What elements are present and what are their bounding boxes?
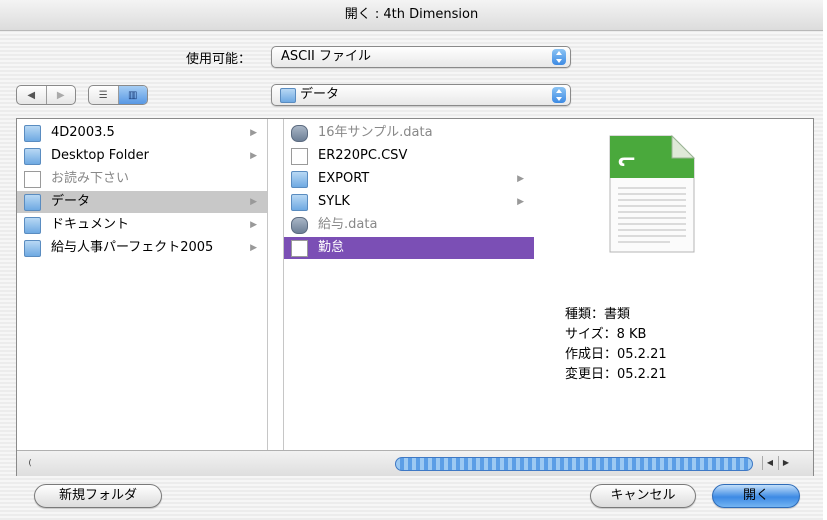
folder-icon <box>291 171 308 188</box>
browser-item-label: 給与.data <box>318 217 378 232</box>
view-mode-control[interactable]: ☰ ▥ <box>88 85 148 105</box>
back-forward-control[interactable]: ◀ ▶ <box>16 85 76 105</box>
browser-item-label: お読み下さい <box>51 171 130 186</box>
browser-item-label: 16年サンプル.data <box>318 125 433 140</box>
browser-column-1: 4D2003.5 ▶ Desktop Folder ▶ お読み下さい データ ▶ ドキュメント… <box>17 119 268 450</box>
browser-item[interactable]: Desktop Folder ▶ <box>17 145 267 167</box>
browser-item[interactable]: お読み下さい <box>17 168 267 190</box>
forward-arrow-icon[interactable]: ▶ <box>45 86 76 104</box>
disclosure-arrow-icon: ▶ <box>250 243 257 253</box>
disclosure-arrow-icon: ▶ <box>250 220 257 230</box>
enable-popup-value: ASCII ファイル <box>281 49 372 64</box>
data-file-icon <box>291 217 308 234</box>
enable-popup[interactable]: ASCII ファイル <box>271 46 571 68</box>
browser-item-label: 給与人事パーフェクト2005 <box>51 240 214 255</box>
folder-icon <box>24 148 41 165</box>
folder-icon <box>24 194 41 211</box>
back-arrow-icon[interactable]: ◀ <box>17 86 46 104</box>
browser-item-label: データ <box>51 194 91 209</box>
browser-item-label: 4D2003.5 <box>51 125 115 140</box>
browser-item[interactable]: EXPORT ▶ <box>284 168 534 190</box>
horizontal-scrollbar[interactable]: ( ◀ ▶ <box>17 450 813 476</box>
folder-icon <box>24 125 41 142</box>
text-document-icon: ᓕ <box>600 128 700 258</box>
open-dialog-window: 開く : 4th Dimension 使用可能： ASCII ファイル ◀ ▶ … <box>0 0 823 520</box>
scroll-left-arrow-icon[interactable]: ◀ <box>762 456 777 470</box>
browser-item[interactable]: ER220PC.CSV <box>284 145 534 167</box>
info-modified: 変更日：05.2.21 <box>565 367 667 382</box>
browser-item[interactable]: SYLK ▶ <box>284 191 534 213</box>
popup-arrows-icon <box>552 49 566 65</box>
browser-item[interactable]: 16年サンプル.data <box>284 122 534 144</box>
browser-item-label: ドキュメント <box>51 217 130 232</box>
document-icon <box>24 171 41 188</box>
browser-item[interactable]: 給与.data <box>284 214 534 236</box>
browser-item-label: Desktop Folder <box>51 148 149 163</box>
browser-item[interactable]: 給与人事パーフェクト2005 ▶ <box>17 237 267 259</box>
list-view-icon[interactable]: ☰ <box>89 86 118 104</box>
disclosure-arrow-icon: ▶ <box>517 197 524 207</box>
scroll-right-arrow-icon[interactable]: ▶ <box>778 456 793 470</box>
popup-arrows-icon <box>552 87 566 103</box>
document-icon <box>291 148 308 165</box>
browser-item[interactable]: 4D2003.5 ▶ <box>17 122 267 144</box>
folder-icon <box>291 194 308 211</box>
folder-icon <box>280 88 296 103</box>
new-folder-button[interactable]: 新規フォルダ <box>34 484 162 508</box>
info-created: 作成日：05.2.21 <box>565 347 667 362</box>
browser-item[interactable]: 勤怠 <box>284 237 534 259</box>
info-kind: 種類：書類 <box>565 307 631 322</box>
document-icon <box>291 240 308 257</box>
info-size: サイズ：8 KB <box>565 327 647 342</box>
scrollbar-thumb[interactable] <box>395 457 753 471</box>
browser-item-label: EXPORT <box>318 171 370 186</box>
cancel-button[interactable]: キャンセル <box>590 484 696 508</box>
browser-item-label: 勤怠 <box>318 240 345 255</box>
svg-text:ᓕ: ᓕ <box>618 150 636 171</box>
location-popup[interactable]: データ <box>271 84 571 106</box>
browser-item[interactable]: ドキュメント ▶ <box>17 214 267 236</box>
browser-item-label: ER220PC.CSV <box>318 148 408 163</box>
location-popup-value: データ <box>300 87 340 102</box>
disclosure-arrow-icon: ▶ <box>517 174 524 184</box>
folder-icon <box>24 217 41 234</box>
browser-item[interactable]: データ ▶ <box>17 191 267 213</box>
browser-item-label: SYLK <box>318 194 350 209</box>
data-file-icon <box>291 125 308 142</box>
enable-label: 使用可能： <box>186 52 252 67</box>
disclosure-arrow-icon: ▶ <box>250 151 257 161</box>
window-title: 開く : 4th Dimension <box>0 0 823 31</box>
scroll-left-cap: ( <box>28 458 32 467</box>
browser-column-2: 16年サンプル.data ER220PC.CSV EXPORT ▶ SYLK ▶ 給与.da… <box>283 119 535 450</box>
disclosure-arrow-icon: ▶ <box>250 128 257 138</box>
open-button[interactable]: 開く <box>712 484 800 508</box>
column-view-icon[interactable]: ▥ <box>117 86 147 104</box>
folder-icon <box>24 240 41 257</box>
disclosure-arrow-icon: ▶ <box>250 197 257 207</box>
